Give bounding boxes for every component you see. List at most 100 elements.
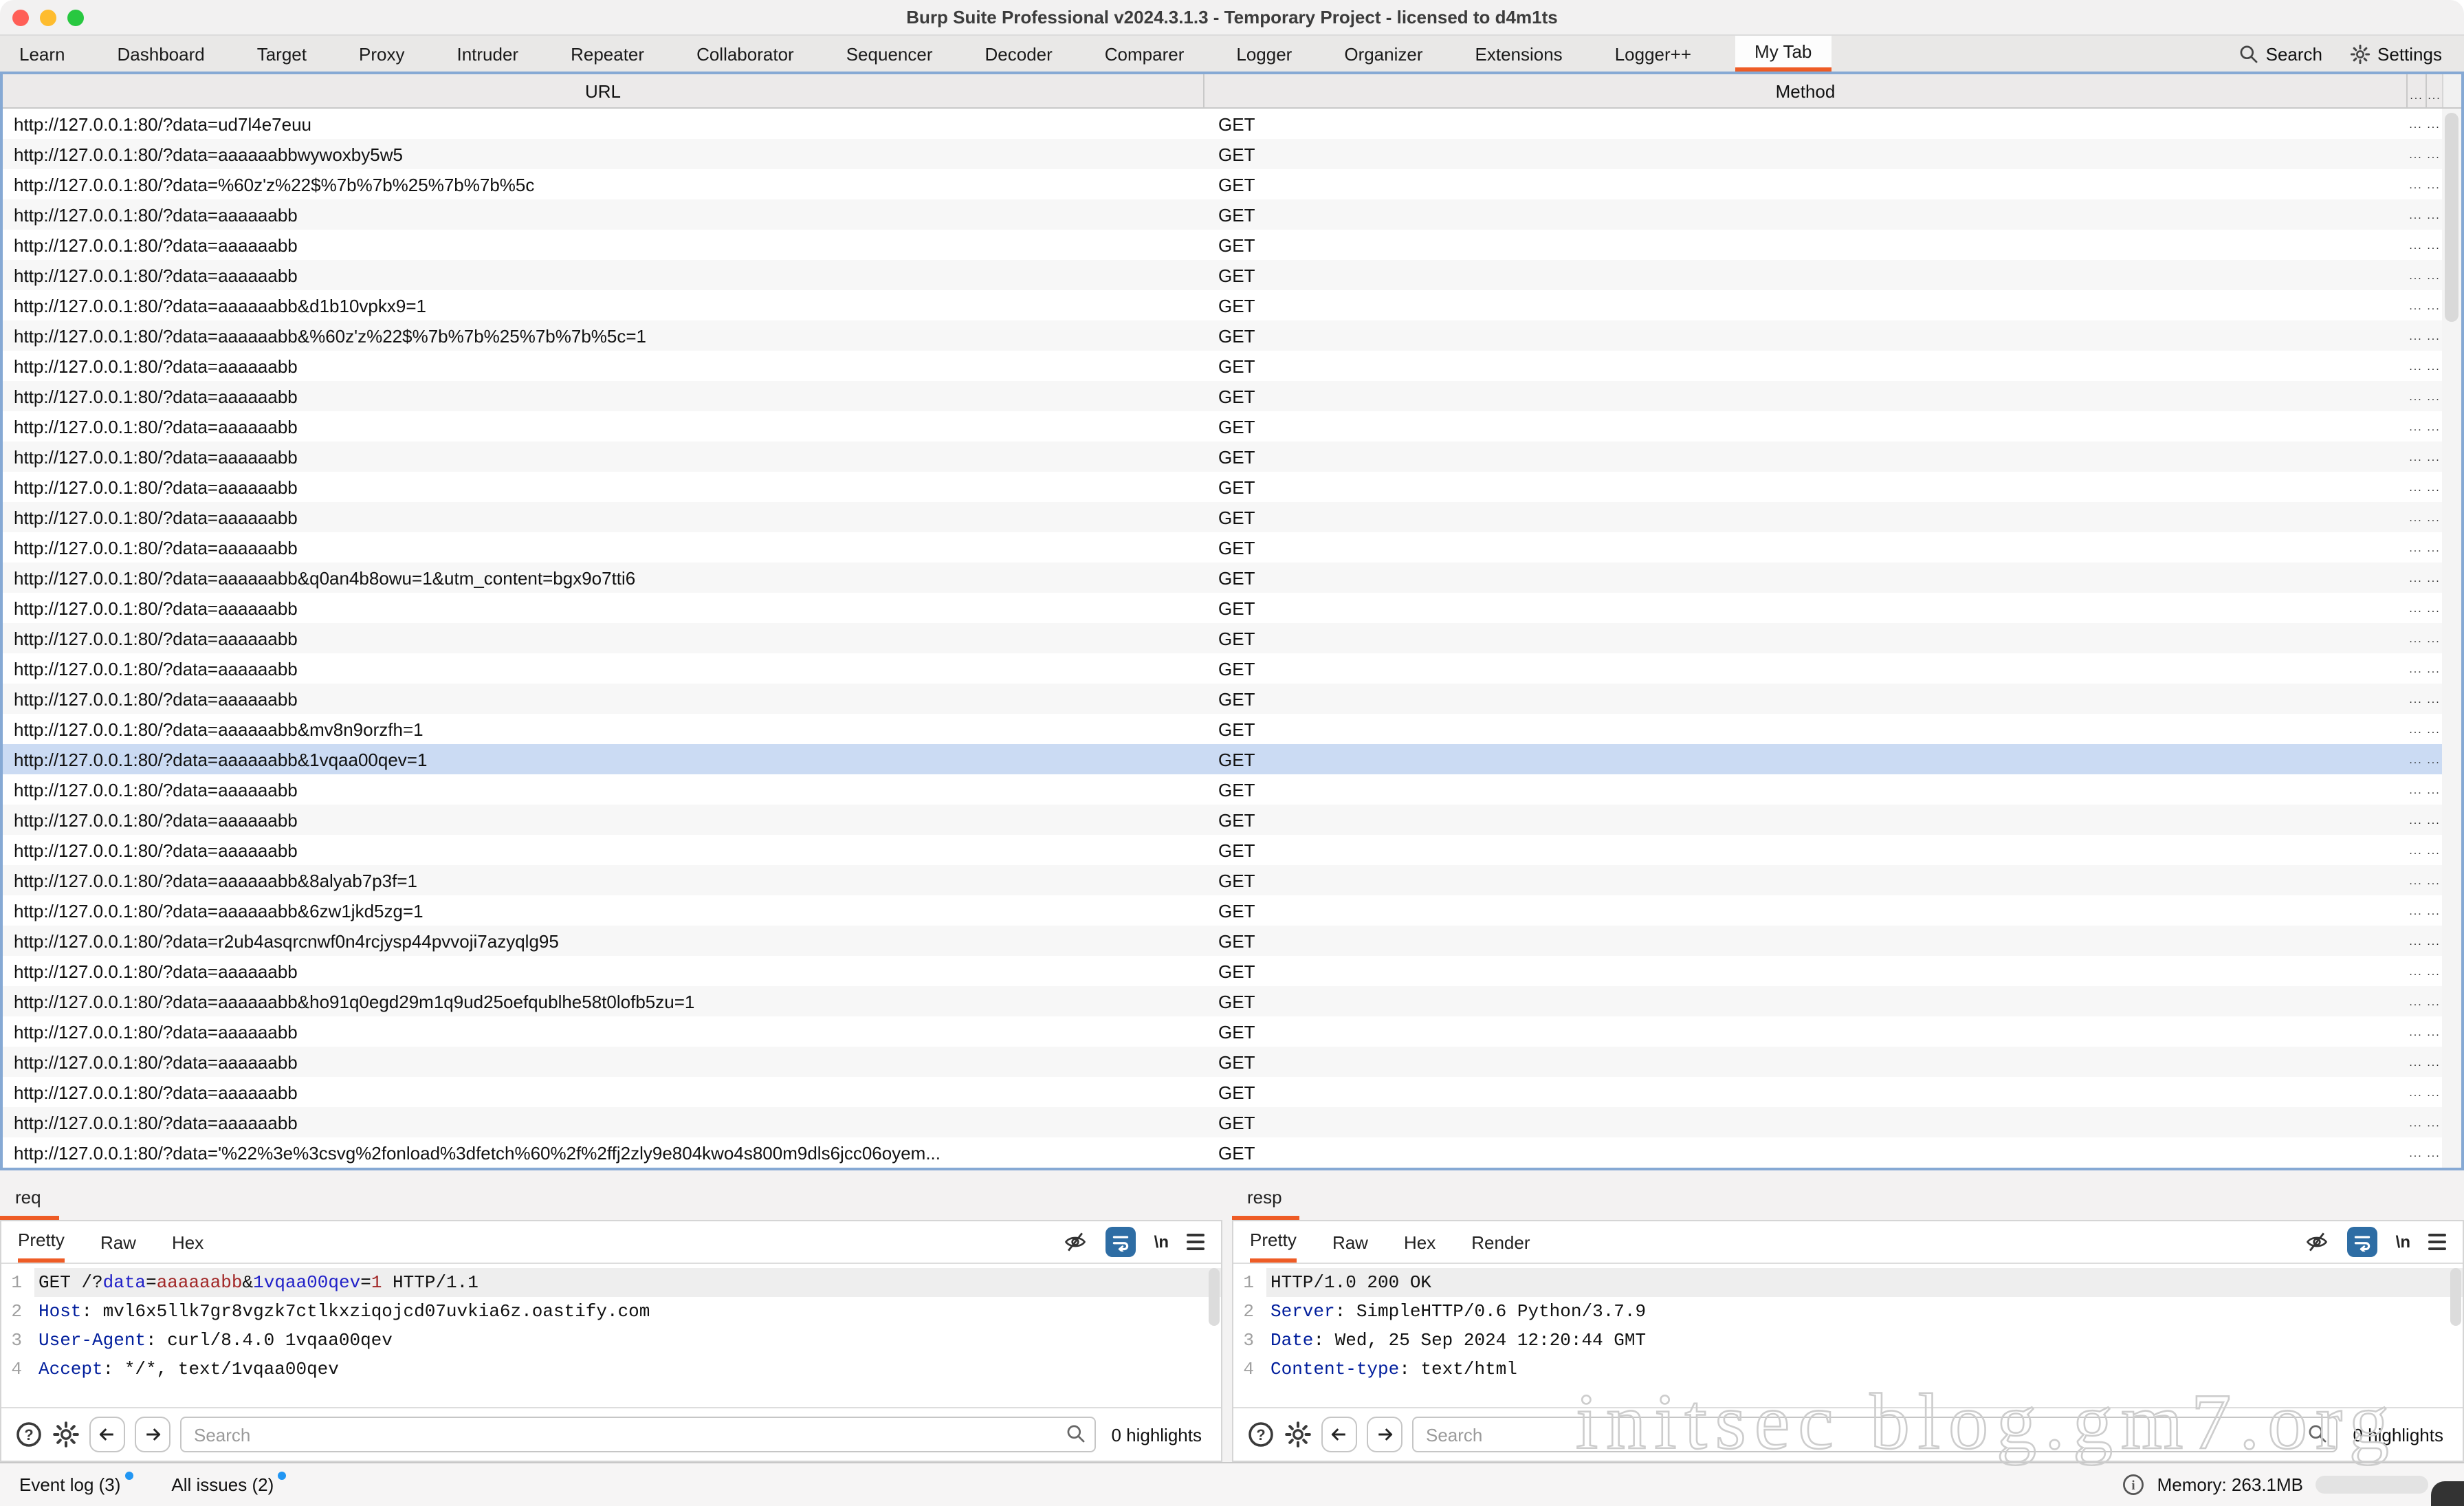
table-row[interactable]: http://127.0.0.1:80/?data=aaaaaabbGET...… (3, 1047, 2461, 1077)
editor-menu-icon[interactable] (2428, 1234, 2446, 1250)
table-row[interactable]: http://127.0.0.1:80/?data=aaaaaabb&q0an4… (3, 563, 2461, 593)
table-row[interactable]: http://127.0.0.1:80/?data=aaaaaabbGET...… (3, 381, 2461, 411)
view-tab-pretty[interactable]: Pretty (18, 1221, 65, 1263)
table-row[interactable]: http://127.0.0.1:80/?data=aaaaaabbGET...… (3, 653, 2461, 684)
previous-match-button[interactable] (1321, 1417, 1357, 1452)
view-tab-hex[interactable]: Hex (1404, 1221, 1436, 1263)
help-icon[interactable] (1247, 1421, 1275, 1448)
word-wrap-toggle[interactable] (2348, 1227, 2378, 1257)
main-tab-decoder[interactable]: Decoder (985, 36, 1053, 72)
settings-button[interactable]: Settings (2350, 43, 2442, 64)
main-tab-my-tab[interactable]: My Tab (1735, 36, 1831, 72)
table-row[interactable]: http://127.0.0.1:80/?data=aaaaaabbGET...… (3, 1016, 2461, 1047)
table-row[interactable]: http://127.0.0.1:80/?data=aaaaaabbGET...… (3, 260, 2461, 290)
main-tab-comparer[interactable]: Comparer (1105, 36, 1185, 72)
main-tab-repeater[interactable]: Repeater (571, 36, 644, 72)
table-row[interactable]: http://127.0.0.1:80/?data=aaaaaabb&d1b10… (3, 290, 2461, 320)
table-row[interactable]: http://127.0.0.1:80/?data=aaaaaabb&6zw1j… (3, 895, 2461, 926)
info-icon[interactable] (2122, 1473, 2145, 1496)
show-newlines-toggle[interactable]: \n (2396, 1232, 2410, 1252)
main-tab-logger[interactable]: Logger (1236, 36, 1292, 72)
main-tab-sequencer[interactable]: Sequencer (846, 36, 933, 72)
row-extra-cell: ... (2406, 390, 2426, 402)
main-tab-organizer[interactable]: Organizer (1344, 36, 1422, 72)
table-scrollbar-thumb[interactable] (2445, 113, 2458, 322)
view-tab-hex[interactable]: Hex (172, 1221, 204, 1263)
table-row[interactable]: http://127.0.0.1:80/?data=%60z'z%22$%7b%… (3, 169, 2461, 199)
table-row[interactable]: http://127.0.0.1:80/?data=aaaaaabbGET...… (3, 441, 2461, 472)
table-row[interactable]: http://127.0.0.1:80/?data=aaaaaabbGET...… (3, 1077, 2461, 1107)
column-header-url[interactable]: URL (3, 80, 1203, 101)
next-match-button[interactable] (135, 1417, 170, 1452)
table-row[interactable]: http://127.0.0.1:80/?data=aaaaaabbGET...… (3, 1107, 2461, 1137)
help-icon[interactable] (15, 1421, 43, 1448)
table-row[interactable]: http://127.0.0.1:80/?data=aaaaaabbGET...… (3, 774, 2461, 805)
main-tab-intruder[interactable]: Intruder (456, 36, 518, 72)
view-tab-render[interactable]: Render (1471, 1221, 1530, 1263)
table-row[interactable]: http://127.0.0.1:80/?data=aaaaaabbGET...… (3, 593, 2461, 623)
response-editor-scrollbar[interactable] (2450, 1268, 2461, 1326)
table-row[interactable]: http://127.0.0.1:80/?data='%22%3e%3csvg%… (3, 1137, 2461, 1168)
table-row[interactable]: http://127.0.0.1:80/?data=aaaaaabbGET...… (3, 623, 2461, 653)
close-window-button[interactable] (12, 10, 29, 26)
table-row[interactable]: http://127.0.0.1:80/?data=ud7l4e7euuGET.… (3, 109, 2461, 139)
table-row[interactable]: http://127.0.0.1:80/?data=r2ub4asqrcnwf0… (3, 926, 2461, 956)
row-extra-cell: ... (2426, 571, 2442, 584)
event-log-button[interactable]: Event log (3) (19, 1474, 133, 1495)
table-row[interactable]: http://127.0.0.1:80/?data=aaaaaabbGET...… (3, 199, 2461, 230)
main-tab-extensions[interactable]: Extensions (1475, 36, 1563, 72)
response-editor[interactable]: 1HTTP/1.0 200 OK2Server: SimpleHTTP/0.6 … (1233, 1264, 2463, 1407)
table-row[interactable]: http://127.0.0.1:80/?data=aaaaaabbGET...… (3, 684, 2461, 714)
hide-nonprintable-icon[interactable] (1064, 1230, 1088, 1254)
request-editor-scrollbar[interactable] (1209, 1268, 1220, 1326)
hide-nonprintable-icon[interactable] (2305, 1230, 2330, 1254)
main-tab-target[interactable]: Target (257, 36, 307, 72)
main-tab-learn[interactable]: Learn (19, 36, 65, 72)
table-row[interactable]: http://127.0.0.1:80/?data=aaaaaabbGET...… (3, 805, 2461, 835)
previous-match-button[interactable] (89, 1417, 125, 1452)
request-highlights-count: 0 highlights (1106, 1424, 1207, 1445)
table-row[interactable]: http://127.0.0.1:80/?data=aaaaaabbGET...… (3, 411, 2461, 441)
table-row[interactable]: http://127.0.0.1:80/?data=aaaaaabbGET...… (3, 472, 2461, 502)
column-header-extra-1[interactable]: ... (2406, 74, 2426, 107)
editor-menu-icon[interactable] (1187, 1234, 1204, 1250)
table-row[interactable]: http://127.0.0.1:80/?data=aaaaaabbGET...… (3, 835, 2461, 865)
table-row[interactable]: http://127.0.0.1:80/?data=aaaaaabbGET...… (3, 502, 2461, 532)
main-tab-logger-[interactable]: Logger++ (1615, 36, 1691, 72)
request-search-input[interactable] (180, 1417, 1096, 1452)
search-settings-gear-icon[interactable] (1284, 1421, 1312, 1448)
column-header-method[interactable]: Method (1203, 74, 2406, 107)
minimize-window-button[interactable] (40, 10, 56, 26)
response-search-input[interactable] (1412, 1417, 2338, 1452)
word-wrap-toggle[interactable] (1106, 1227, 1136, 1257)
request-editor[interactable]: 1GET /?data=aaaaaabb&1vqaa00qev=1 HTTP/1… (1, 1264, 1221, 1407)
zoom-window-button[interactable] (67, 10, 84, 26)
response-tab[interactable]: resp (1232, 1187, 1300, 1220)
table-row[interactable]: http://127.0.0.1:80/?data=aaaaaabbGET...… (3, 230, 2461, 260)
table-row[interactable]: http://127.0.0.1:80/?data=aaaaaabb&mv8n9… (3, 714, 2461, 744)
table-row[interactable]: http://127.0.0.1:80/?data=aaaaaabbGET...… (3, 956, 2461, 986)
main-tab-collaborator[interactable]: Collaborator (696, 36, 794, 72)
request-tab[interactable]: req (0, 1187, 59, 1220)
column-header-extra-2[interactable]: ... (2426, 74, 2442, 107)
table-row[interactable]: http://127.0.0.1:80/?data=aaaaaabb&ho91q… (3, 986, 2461, 1016)
editor-line: 3Date: Wed, 25 Sep 2024 12:20:44 GMT (1233, 1326, 2463, 1355)
main-tab-dashboard[interactable]: Dashboard (118, 36, 205, 72)
view-tab-pretty[interactable]: Pretty (1250, 1221, 1297, 1263)
table-row[interactable]: http://127.0.0.1:80/?data=aaaaaabb&1vqaa… (3, 744, 2461, 774)
table-row[interactable]: http://127.0.0.1:80/?data=aaaaaabbGET...… (3, 532, 2461, 563)
show-newlines-toggle[interactable]: \n (1154, 1232, 1169, 1252)
table-row[interactable]: http://127.0.0.1:80/?data=aaaaaabbGET...… (3, 351, 2461, 381)
view-tab-raw[interactable]: Raw (100, 1221, 136, 1263)
table-vertical-scrollbar[interactable] (2442, 109, 2461, 1168)
table-row[interactable]: http://127.0.0.1:80/?data=aaaaaabb&8alya… (3, 865, 2461, 895)
next-match-button[interactable] (1367, 1417, 1402, 1452)
search-settings-gear-icon[interactable] (52, 1421, 80, 1448)
table-row[interactable]: http://127.0.0.1:80/?data=aaaaaabb&%60z'… (3, 320, 2461, 351)
table-row[interactable]: http://127.0.0.1:80/?data=aaaaaabbwywoxb… (3, 139, 2461, 169)
view-tab-raw[interactable]: Raw (1332, 1221, 1368, 1263)
search-button[interactable]: Search (2238, 43, 2322, 64)
all-issues-button[interactable]: All issues (2) (171, 1474, 286, 1495)
main-tab-proxy[interactable]: Proxy (359, 36, 404, 72)
row-extra-cell: ... (2406, 965, 2426, 977)
